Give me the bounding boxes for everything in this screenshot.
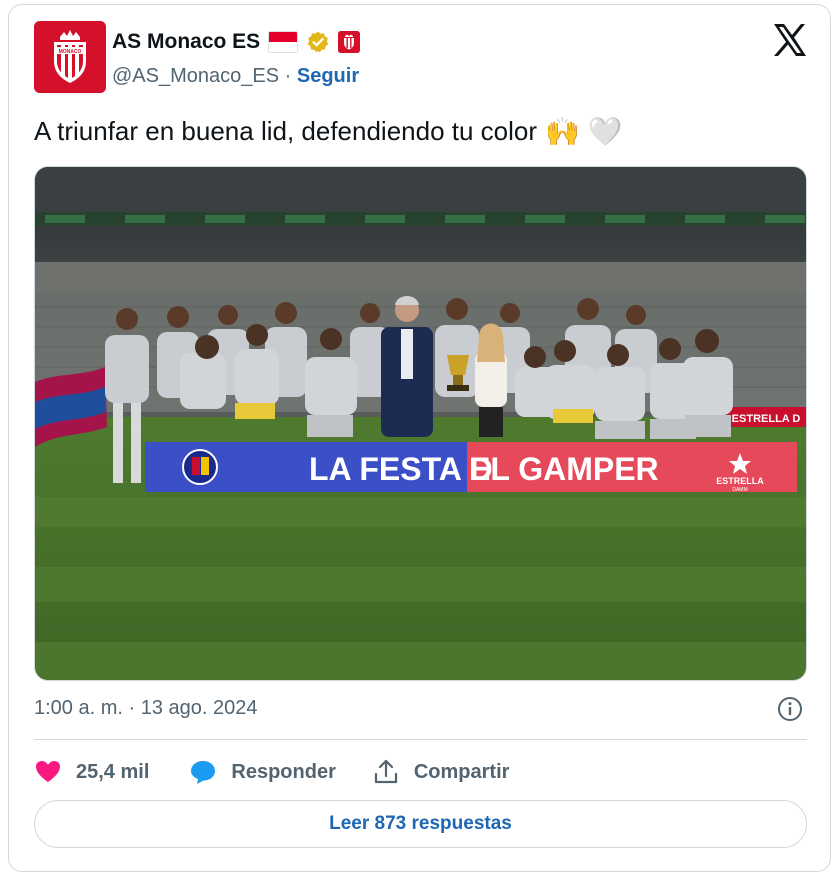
account-avatar[interactable]: MONACO	[34, 21, 106, 93]
monaco-flag-icon	[268, 31, 299, 53]
read-replies-label: Leer 873 respuestas	[329, 813, 512, 834]
tweet-card: MONACO AS Monaco ES @AS_Monaco_ES · Segu…	[8, 4, 831, 872]
reply-label: Responder	[231, 760, 336, 783]
action-bar: 25,4 mil Responder Compartir	[34, 755, 509, 789]
tweet-photo[interactable]: ESTRELLA D LA FESTA D EL GAMPER ESTRELLA…	[34, 166, 807, 681]
verified-badge-icon[interactable]	[306, 30, 330, 54]
svg-text:MONACO: MONACO	[59, 49, 82, 55]
handle-separator: ·	[284, 65, 292, 87]
tweet-text-row: A triunfar en buena lid, defendiendo tu …	[34, 115, 623, 148]
festa-gamper-banner: LA FESTA D EL GAMPER ESTRELLA DAMM	[145, 442, 797, 493]
like-count: 25,4 mil	[76, 760, 150, 783]
share-upload-icon	[374, 759, 397, 784]
divider	[34, 739, 807, 740]
monaco-crest-icon: MONACO	[34, 21, 106, 93]
affiliate-badge-icon[interactable]	[338, 31, 361, 53]
team-photo-illustration: ESTRELLA D LA FESTA D EL GAMPER ESTRELLA…	[35, 167, 806, 680]
display-name[interactable]: AS Monaco ES	[112, 30, 260, 54]
info-icon[interactable]	[776, 695, 804, 723]
like-button[interactable]: 25,4 mil	[34, 758, 149, 786]
share-button[interactable]: Compartir	[372, 758, 510, 786]
x-logo-icon[interactable]	[772, 23, 808, 57]
monaco-mini-crest-icon	[338, 31, 361, 53]
read-replies-button[interactable]: Leer 873 respuestas	[34, 800, 807, 848]
banner-sponsor-text: ESTRELLA	[716, 476, 764, 486]
heart-icon	[36, 761, 60, 782]
reply-button[interactable]: Responder	[189, 758, 336, 786]
white-heart-emoji: 🤍	[587, 116, 623, 147]
banner-right-text: EL GAMPER	[469, 451, 659, 487]
follow-button[interactable]: Seguir	[297, 65, 359, 87]
raising-hands-emoji: 🙌	[545, 116, 580, 147]
board-text: ESTRELLA D	[732, 413, 801, 425]
account-handle[interactable]: @AS_Monaco_ES	[112, 65, 279, 87]
display-name-row[interactable]: AS Monaco ES	[112, 30, 361, 54]
tweet-text: A triunfar en buena lid, defendiendo tu …	[34, 116, 538, 146]
tweet-timestamp[interactable]: 1:00 a. m. · 13 ago. 2024	[34, 697, 258, 720]
banner-left-text: LA FESTA D	[309, 451, 493, 487]
handle-row: @AS_Monaco_ES · Seguir	[112, 65, 359, 88]
share-label: Compartir	[413, 760, 510, 783]
woman	[475, 323, 507, 437]
banner-sponsor-sub: DAMM	[732, 487, 747, 493]
reply-bubble-icon	[191, 761, 216, 784]
